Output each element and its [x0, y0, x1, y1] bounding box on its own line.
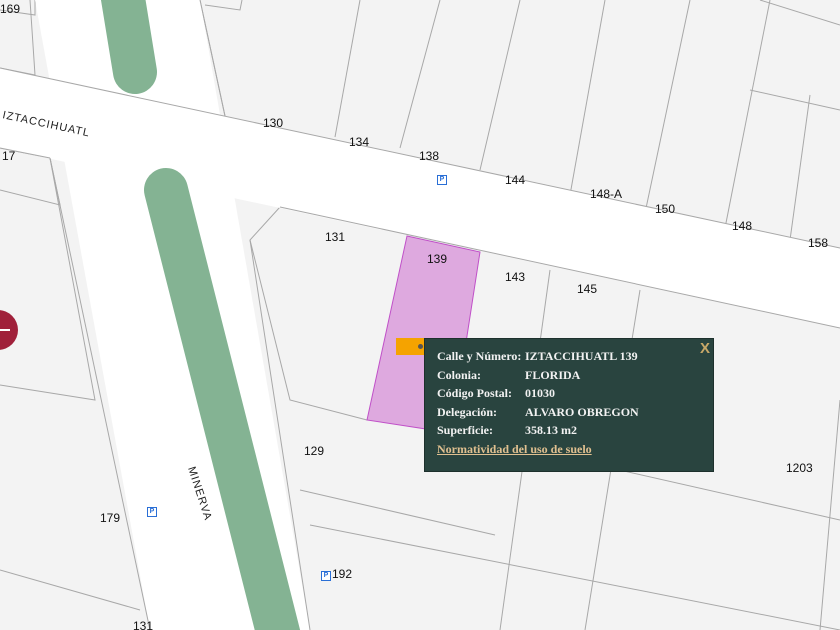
median-north	[100, 0, 157, 94]
lot-info-popup: X Calle y Número: IZTACCIHUATL 139 Coloni…	[424, 338, 714, 472]
row-label: Calle y Número:	[437, 349, 522, 363]
lot-number: 130	[263, 116, 283, 130]
lot-number: 139	[427, 252, 447, 266]
info-row-colonia: Colonia: FLORIDA	[437, 368, 701, 387]
row-value: FLORIDA	[525, 367, 581, 382]
row-label: Código Postal:	[437, 386, 512, 400]
row-value: 01030	[525, 386, 555, 400]
lot-number: 148-A	[590, 187, 622, 201]
lot-number: 179	[100, 511, 120, 525]
lot-number: 169	[0, 2, 20, 16]
lot-number: 145	[577, 282, 597, 296]
lot-number: 138	[419, 149, 439, 163]
parking-icon[interactable]: P	[147, 507, 157, 517]
row-label: Delegación:	[437, 404, 497, 419]
parking-icon[interactable]: P	[321, 571, 331, 581]
lot-number: 1203	[786, 461, 813, 475]
parking-icon[interactable]: P	[437, 175, 447, 185]
row-label: Superficie:	[437, 423, 493, 437]
location-tag-icon	[396, 338, 426, 355]
info-row-delegacion: Delegación: ALVARO OBREGON	[437, 405, 701, 424]
info-row-superficie: Superficie: 358.13 m2	[437, 423, 701, 442]
map-canvas[interactable]: IZTACCIHUATL MINERVA 169 130 134 138 144…	[0, 0, 840, 630]
lot-number: 150	[655, 202, 675, 216]
close-button[interactable]: X	[700, 340, 710, 357]
row-value: 358.13 m2	[525, 423, 577, 437]
row-label: Colonia:	[437, 367, 482, 382]
lot-number: 192	[332, 567, 352, 581]
lot-number: 129	[304, 444, 324, 458]
lot-number: 148	[732, 219, 752, 233]
lot-number: 144	[505, 173, 525, 187]
lot-number: 131	[133, 619, 153, 630]
row-value: IZTACCIHUATL 139	[525, 349, 638, 363]
info-row-postal-code: Código Postal: 01030	[437, 386, 701, 405]
info-row-address: Calle y Número: IZTACCIHUATL 139	[437, 349, 701, 368]
lot-number: 158	[808, 236, 828, 250]
lot-number: 143	[505, 270, 525, 284]
row-value: ALVARO OBREGON	[525, 404, 639, 419]
lot-number: 134	[349, 135, 369, 149]
land-use-link[interactable]: Normatividad del uso de suelo	[437, 442, 592, 461]
lot-number: 17	[2, 149, 16, 163]
lot-number: 131	[325, 230, 345, 244]
